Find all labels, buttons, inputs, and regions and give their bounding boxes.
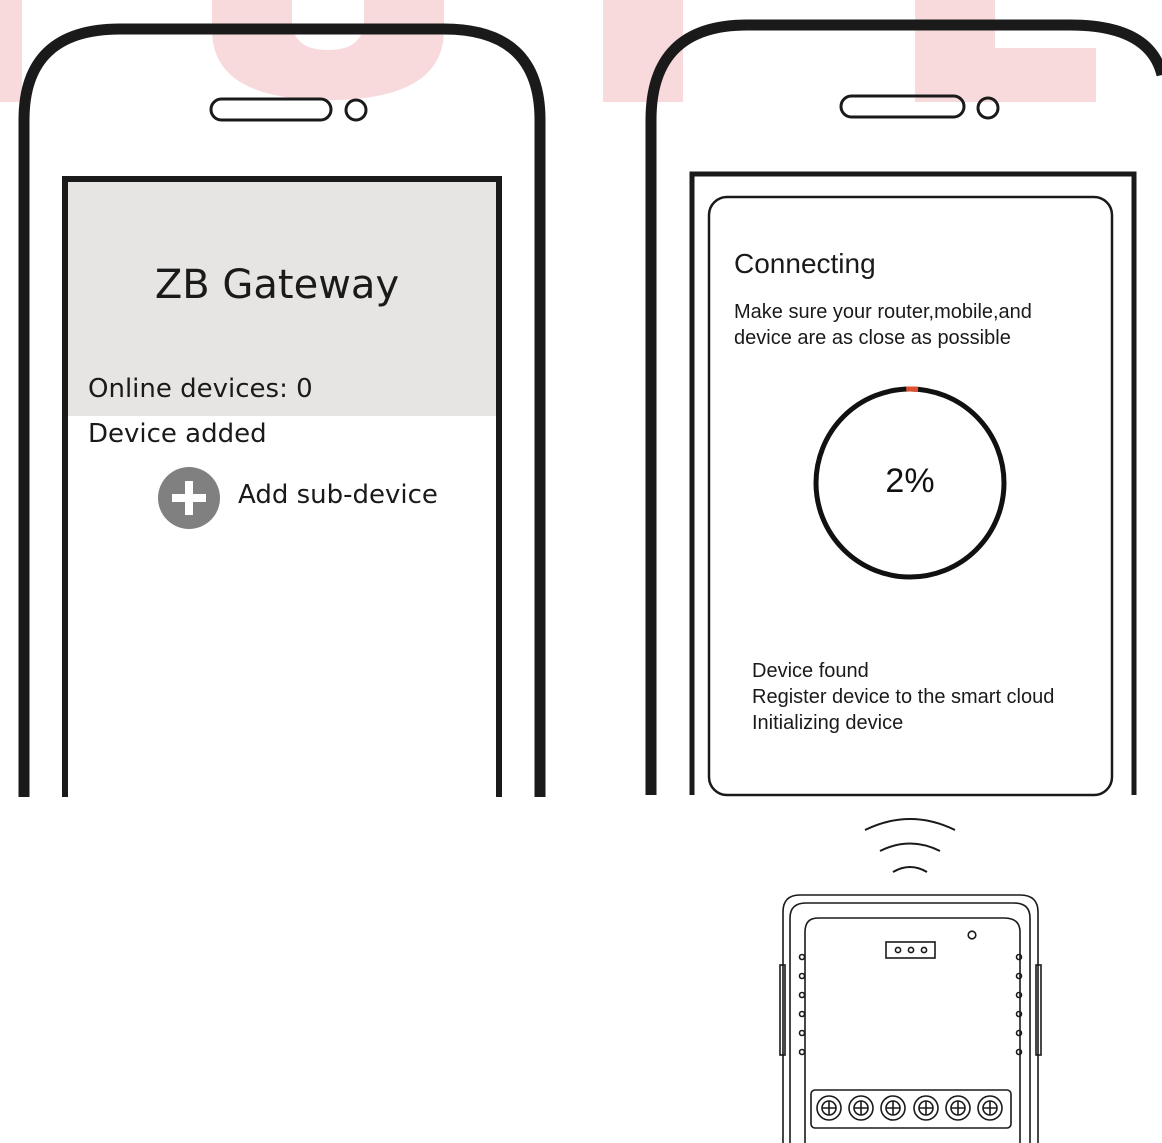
add-sub-device-button[interactable]: Add sub-device	[157, 466, 447, 530]
add-sub-device-label: Add sub-device	[238, 480, 438, 510]
page-title: ZB Gateway	[154, 262, 400, 308]
left-phone-speaker	[209, 97, 333, 122]
step-device-found: Device found	[752, 660, 869, 682]
step-initializing-device: Initializing device	[752, 712, 904, 734]
wifi-signal-icon	[864, 818, 956, 873]
progress-steps: Device found Register device to the smar…	[752, 658, 1054, 736]
connecting-message: Make sure your router,mobile,and device …	[734, 301, 1032, 349]
step-register-device: Register device to the smart cloud	[752, 686, 1055, 708]
right-phone-camera	[976, 96, 1000, 120]
connecting-heading: Connecting	[734, 248, 876, 279]
device-added-label: Device added	[88, 419, 267, 449]
progress-percent: 2%	[885, 462, 935, 500]
plus-circle-icon	[158, 467, 220, 529]
online-devices-count: Online devices: 0	[88, 374, 313, 404]
right-phone-speaker	[839, 94, 966, 119]
left-phone-camera	[344, 98, 368, 122]
smart-switch-module-icon	[779, 894, 1042, 1143]
